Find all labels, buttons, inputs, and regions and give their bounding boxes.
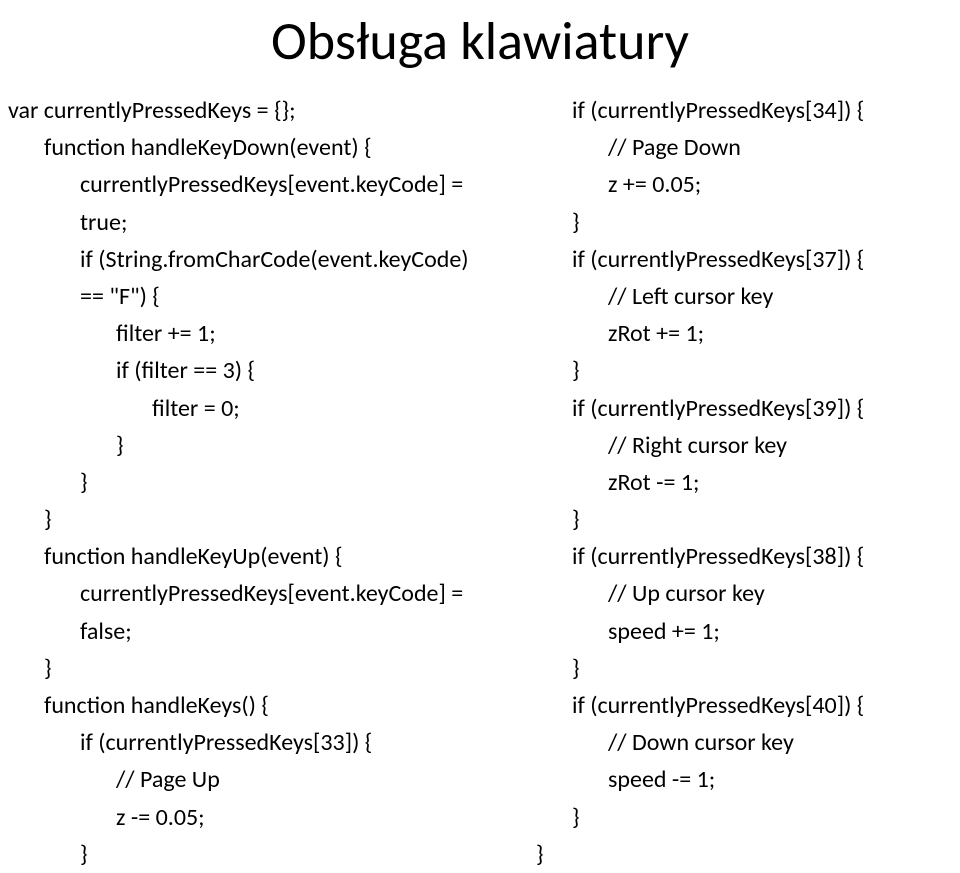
code-line: if (filter == 3) { — [8, 352, 480, 389]
code-line: zRot -= 1; — [500, 464, 952, 501]
code-columns: var currentlyPressedKeys = {}; function … — [0, 92, 960, 873]
code-line: } — [8, 427, 480, 464]
code-line: if (currentlyPressedKeys[39]) { — [500, 390, 952, 427]
code-line: // Left cursor key — [500, 278, 952, 315]
code-line: if (currentlyPressedKeys[38]) { — [500, 538, 952, 575]
code-line: } — [500, 204, 952, 241]
code-line: // Up cursor key — [500, 575, 952, 612]
code-line: // Page Up — [8, 761, 480, 798]
code-line: // Right cursor key — [500, 427, 952, 464]
code-line: z -= 0.05; — [8, 799, 480, 836]
code-line: } — [500, 799, 952, 836]
code-line: } — [500, 352, 952, 389]
code-line: } — [500, 650, 952, 687]
code-line: if (currentlyPressedKeys[33]) { — [8, 724, 480, 761]
code-column-left: var currentlyPressedKeys = {}; function … — [8, 92, 480, 873]
code-line: var currentlyPressedKeys = {}; — [8, 92, 480, 129]
code-line: } — [8, 650, 480, 687]
code-line: currentlyPressedKeys[event.keyCode] = fa… — [8, 575, 480, 649]
code-line: } — [8, 464, 480, 501]
code-line: function handleKeyUp(event) { — [8, 538, 480, 575]
code-line: z += 0.05; — [500, 166, 952, 203]
code-line: zRot += 1; — [500, 315, 952, 352]
code-line: filter += 1; — [8, 315, 480, 352]
code-column-right: if (currentlyPressedKeys[34]) { // Page … — [480, 92, 952, 873]
code-line: if (currentlyPressedKeys[34]) { — [500, 92, 952, 129]
slide-title: Obsługa klawiatury — [0, 0, 960, 92]
code-line: } — [500, 836, 952, 873]
code-line: filter = 0; — [8, 390, 480, 427]
code-line: } — [8, 836, 480, 873]
code-line: function handleKeyDown(event) { — [8, 129, 480, 166]
code-line: // Down cursor key — [500, 724, 952, 761]
code-line: if (currentlyPressedKeys[37]) { — [500, 241, 952, 278]
code-line: function handleKeys() { — [8, 687, 480, 724]
code-line: speed += 1; — [500, 613, 952, 650]
code-line: } — [500, 501, 952, 538]
code-line: // Page Down — [500, 129, 952, 166]
code-line: } — [8, 501, 480, 538]
code-line: if (currentlyPressedKeys[40]) { — [500, 687, 952, 724]
code-line: currentlyPressedKeys[event.keyCode] = tr… — [8, 166, 480, 240]
code-line: if (String.fromCharCode(event.keyCode) =… — [8, 241, 480, 315]
code-line: speed -= 1; — [500, 761, 952, 798]
